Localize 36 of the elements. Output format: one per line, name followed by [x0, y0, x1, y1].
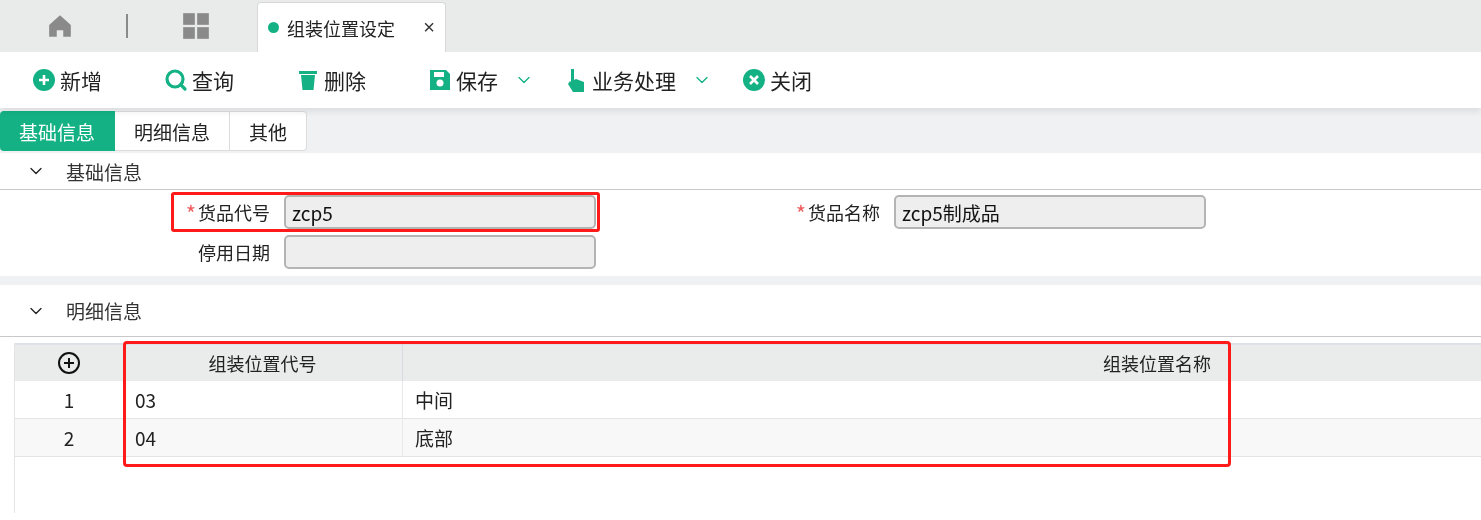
home-icon — [46, 13, 73, 39]
section-tab[interactable]: 明细信息 — [115, 111, 231, 151]
input-field[interactable] — [284, 235, 596, 269]
save-icon — [428, 68, 452, 92]
row-number: 2 — [15, 419, 123, 457]
input-field[interactable]: zcp5 — [284, 195, 596, 229]
add-row-icon — [57, 351, 81, 375]
page-tab[interactable]: 组装位置设定 × — [257, 2, 446, 52]
close-icon — [742, 68, 766, 92]
toolbar-button[interactable]: 新增 — [32, 65, 102, 95]
table-cell: 04 — [123, 419, 403, 457]
table-cell: 03 — [123, 381, 403, 419]
field-label: 停用日期 — [198, 239, 270, 265]
input-field[interactable]: zcp5制成品 — [894, 195, 1206, 229]
toolbar-button[interactable]: 业务处理 — [564, 65, 712, 95]
toolbar-button[interactable]: 保存 — [428, 65, 534, 95]
toolbar-button[interactable]: 查询 — [164, 65, 234, 95]
status-dot — [268, 22, 279, 33]
column-header: 组装位置名称 — [403, 343, 1229, 381]
close-tab-button[interactable]: × — [423, 16, 435, 39]
required-mark: * — [185, 196, 196, 228]
add-icon — [32, 68, 56, 92]
tab-title: 组装位置设定 — [287, 14, 395, 41]
grid-icon — [182, 12, 211, 40]
table-cell: 底部 — [403, 419, 1229, 457]
section-tab[interactable]: 其他 — [230, 111, 308, 151]
field-label: 货品名称 — [808, 199, 880, 225]
section-title: 明细信息 — [66, 297, 142, 324]
field-label: 货品代号 — [198, 199, 270, 225]
toolbar-button[interactable]: 删除 — [296, 65, 366, 95]
column-header: 组装位置代号 — [123, 343, 403, 381]
trash-icon — [296, 68, 320, 92]
toolbar-button[interactable]: 关闭 — [742, 65, 812, 95]
section-title: 基础信息 — [66, 157, 142, 185]
search-icon — [164, 68, 188, 92]
required-mark: * — [795, 196, 806, 228]
